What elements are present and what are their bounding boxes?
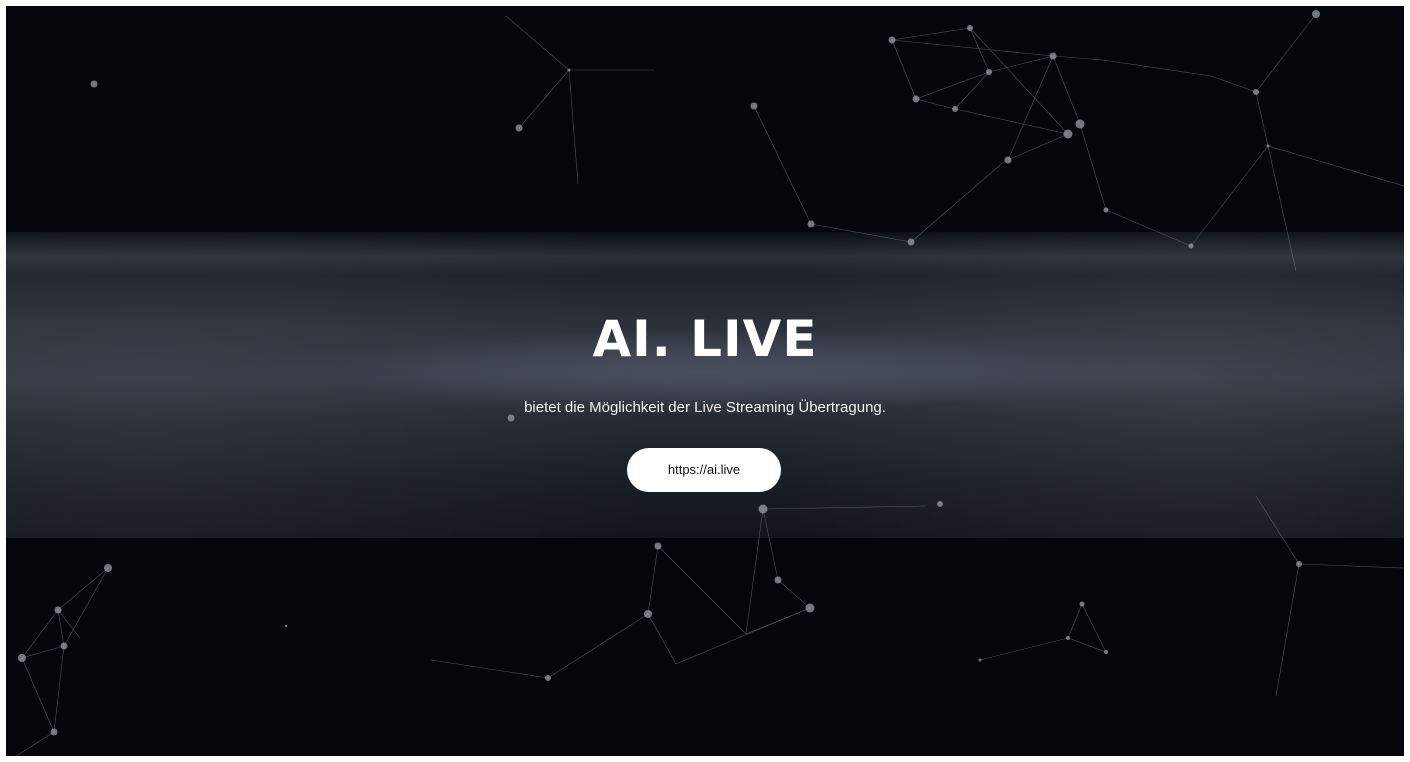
hero-title: AI. LIVE [592, 310, 818, 368]
hero-subtitle: bietet die Möglichkeit der Live Streamin… [524, 399, 886, 416]
hero-section: AI. LIVE bietet die Möglichkeit der Live… [6, 6, 1404, 756]
hero-content: AI. LIVE bietet die Möglichkeit der Live… [6, 6, 1404, 756]
website-link-button[interactable]: https://ai.live [627, 448, 781, 492]
